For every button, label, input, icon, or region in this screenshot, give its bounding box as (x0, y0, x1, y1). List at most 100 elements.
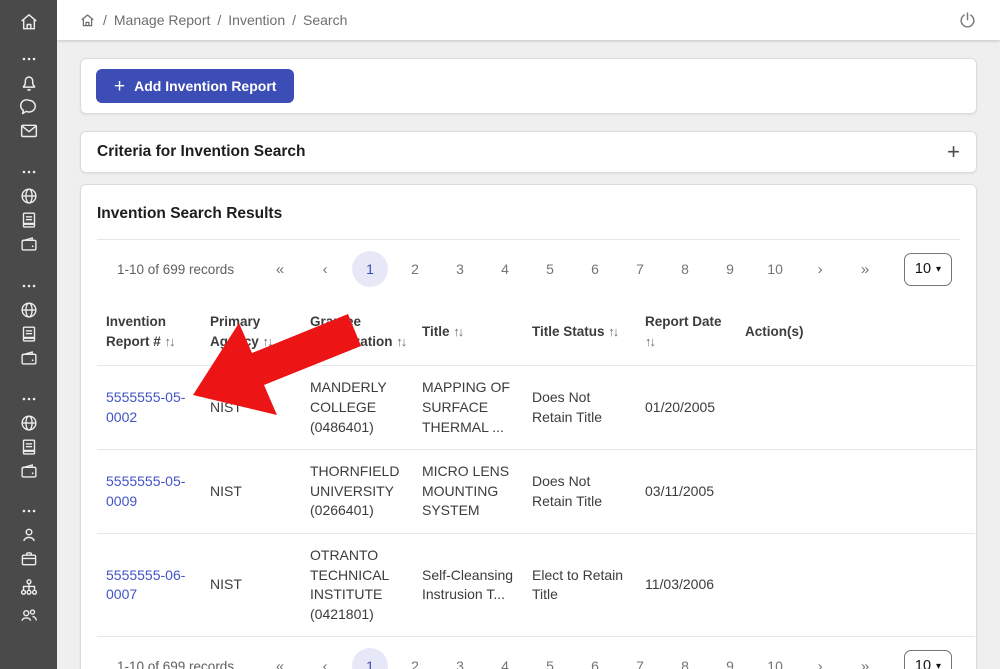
page-size-select[interactable]: 10 ▾ (904, 253, 952, 286)
breadcrumb-manage-report[interactable]: Manage Report (114, 12, 211, 28)
briefcase-icon[interactable] (17, 547, 41, 571)
page-button-9[interactable]: 9 (712, 251, 748, 287)
page-size-select[interactable]: 10 ▾ (904, 650, 952, 669)
wallet-icon[interactable] (17, 346, 41, 370)
first-page-button[interactable]: « (262, 648, 298, 669)
column-invention-report[interactable]: Invention Report # ↑↓ (97, 298, 210, 366)
sort-icon[interactable]: ↑↓ (263, 334, 274, 349)
page-button-5[interactable]: 5 (532, 648, 568, 669)
next-page-button[interactable]: › (802, 648, 838, 669)
column-title[interactable]: Title ↑↓ (422, 298, 532, 366)
document-icon[interactable] (17, 208, 41, 232)
page-button-2[interactable]: 2 (397, 251, 433, 287)
home-icon[interactable] (17, 10, 41, 34)
add-invention-report-button[interactable]: + Add Invention Report (96, 69, 294, 103)
plus-icon: + (114, 77, 125, 96)
records-count: 1-10 of 699 records (117, 262, 234, 277)
cell-title-status: Elect to Retain Title (532, 533, 645, 636)
page-button-3[interactable]: 3 (442, 648, 478, 669)
cell-report-number: 5555555-05-0009 (97, 450, 210, 534)
breadcrumb-separator: / (217, 12, 221, 28)
sort-icon[interactable]: ↑↓ (645, 334, 656, 349)
results-table: Invention Report # ↑↓ Primary Agency ↑↓ … (97, 298, 975, 637)
column-grantee-organization[interactable]: Grantee Organization ↑↓ (310, 298, 422, 366)
cell-organization: OTRANTO TECHNICAL INSTITUTE (0421801) (310, 533, 422, 636)
ellipsis-icon (17, 160, 41, 184)
page-button-8[interactable]: 8 (667, 648, 703, 669)
page-button-6[interactable]: 6 (577, 648, 613, 669)
sort-icon[interactable]: ↑↓ (608, 324, 619, 339)
cell-title-status: Does Not Retain Title (532, 450, 645, 534)
sort-icon[interactable]: ↑↓ (396, 334, 407, 349)
last-page-button[interactable]: » (847, 251, 883, 287)
chevron-down-icon: ▾ (936, 264, 941, 275)
cell-title: Self-Cleansing Instrusion T... (422, 533, 532, 636)
column-primary-agency[interactable]: Primary Agency ↑↓ (210, 298, 310, 366)
page-button-10[interactable]: 10 (757, 251, 793, 287)
sort-icon[interactable]: ↑↓ (165, 334, 176, 349)
cell-title: MICRO LENS MOUNTING SYSTEM (422, 450, 532, 534)
globe-icon[interactable] (17, 298, 41, 322)
expand-plus-icon[interactable]: + (947, 141, 960, 163)
cell-organization: MANDERLY COLLEGE (0486401) (310, 366, 422, 450)
chat-icon[interactable] (17, 95, 41, 119)
column-actions: Action(s) (745, 298, 975, 366)
globe-icon[interactable] (17, 411, 41, 435)
next-page-button[interactable]: › (802, 251, 838, 287)
cell-organization: THORNFIELD UNIVERSITY (0266401) (310, 450, 422, 534)
breadcrumb-invention[interactable]: Invention (228, 12, 285, 28)
pagination-bottom: 1-10 of 699 records « ‹ 1 2 3 4 5 6 7 8 … (81, 637, 976, 669)
column-title-status[interactable]: Title Status ↑↓ (532, 298, 645, 366)
ellipsis-icon (17, 387, 41, 411)
report-number-link[interactable]: 5555555-05-0009 (106, 473, 185, 509)
page-button-5[interactable]: 5 (532, 251, 568, 287)
breadcrumb-home-icon[interactable] (79, 12, 96, 29)
sort-icon[interactable]: ↑↓ (453, 324, 464, 339)
people-icon[interactable] (17, 603, 41, 627)
page-button-1[interactable]: 1 (352, 648, 388, 669)
logout-power-button[interactable] (957, 10, 978, 31)
last-page-button[interactable]: » (847, 648, 883, 669)
breadcrumb-separator: / (103, 12, 107, 28)
prev-page-button[interactable]: ‹ (307, 648, 343, 669)
report-number-link[interactable]: 5555555-05-0002 (106, 389, 185, 425)
page-button-1[interactable]: 1 (352, 251, 388, 287)
document-icon[interactable] (17, 435, 41, 459)
add-report-card: + Add Invention Report (80, 58, 977, 114)
wallet-icon[interactable] (17, 459, 41, 483)
records-count: 1-10 of 699 records (117, 659, 234, 669)
criteria-panel-title: Criteria for Invention Search (97, 143, 305, 161)
page-button-7[interactable]: 7 (622, 251, 658, 287)
chevron-down-icon: ▾ (936, 661, 941, 669)
cell-actions (745, 366, 975, 450)
page-button-4[interactable]: 4 (487, 648, 523, 669)
wallet-icon[interactable] (17, 232, 41, 256)
breadcrumb: / Manage Report / Invention / Search (79, 12, 347, 29)
column-report-date[interactable]: Report Date ↑↓ (645, 298, 745, 366)
cell-report-number: 5555555-06-0007 (97, 533, 210, 636)
page-size-value: 10 (915, 658, 931, 669)
page-button-2[interactable]: 2 (397, 648, 433, 669)
page-button-3[interactable]: 3 (442, 251, 478, 287)
page-button-7[interactable]: 7 (622, 648, 658, 669)
person-icon[interactable] (17, 523, 41, 547)
page-button-6[interactable]: 6 (577, 251, 613, 287)
page-button-9[interactable]: 9 (712, 648, 748, 669)
report-number-link[interactable]: 5555555-06-0007 (106, 567, 185, 603)
criteria-panel[interactable]: Criteria for Invention Search + (80, 131, 977, 173)
document-icon[interactable] (17, 322, 41, 346)
bell-icon[interactable] (17, 71, 41, 95)
prev-page-button[interactable]: ‹ (307, 251, 343, 287)
top-bar: / Manage Report / Invention / Search (57, 0, 1000, 40)
results-title: Invention Search Results (81, 199, 976, 239)
sitemap-icon[interactable] (17, 575, 41, 599)
first-page-button[interactable]: « (262, 251, 298, 287)
page-button-8[interactable]: 8 (667, 251, 703, 287)
globe-icon[interactable] (17, 184, 41, 208)
page-button-4[interactable]: 4 (487, 251, 523, 287)
page-button-10[interactable]: 10 (757, 648, 793, 669)
table-row: 5555555-05-0002 NIST MANDERLY COLLEGE (0… (97, 366, 975, 450)
mail-icon[interactable] (17, 119, 41, 143)
pagination-top: 1-10 of 699 records « ‹ 1 2 3 4 5 6 7 8 … (81, 240, 976, 298)
main-area: / Manage Report / Invention / Search + A… (57, 0, 1000, 669)
